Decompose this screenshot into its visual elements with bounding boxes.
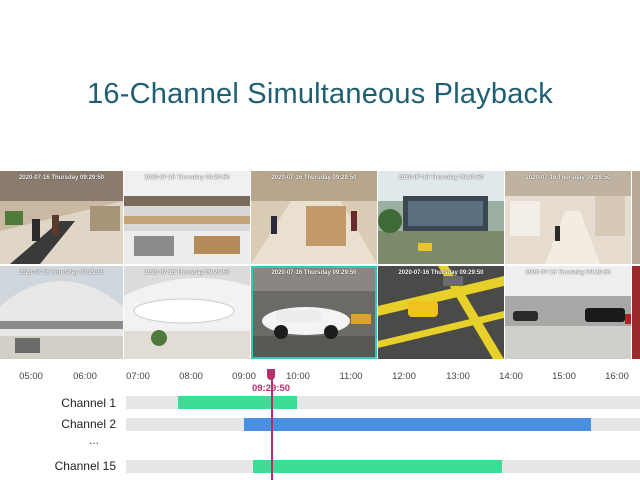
video-tile[interactable]: 2020-07-16 Thursday 09:29:50 (251, 171, 377, 264)
video-timestamp: 2020-07-16 Thursday 09:29:50 (144, 175, 230, 181)
time-tick: 09:00 (232, 371, 256, 382)
video-timestamp: 2020-07-16 Thursday 09:29:50 (271, 270, 357, 276)
video-timestamp: 2020-07-16 Thursday 09:29:50 (271, 175, 357, 181)
video-timestamp: 2020-07-16 Thursday 09:29:50 (398, 175, 484, 181)
playhead-handle[interactable] (267, 369, 275, 380)
video-tile[interactable] (632, 266, 640, 359)
time-tick: 05:00 (19, 371, 43, 382)
video-tile[interactable]: 2020-07-16 Thursday 09:29:50 (124, 266, 250, 359)
playhead-time: 09:29:50 (251, 383, 291, 394)
channel-label: Channel 1 (61, 396, 116, 410)
time-tick: 13:00 (446, 371, 470, 382)
video-timestamp: 2020-07-16 Thursday 09:29:50 (525, 175, 611, 181)
video-tile[interactable]: 2020-07-16 Thursday 09:29:50 (0, 266, 123, 359)
video-tile[interactable]: 2020-07-16 Thursday 09:29:50 (505, 266, 631, 359)
playback-timeline[interactable]: 05:00 06:00 07:00 08:00 09:00 10:00 11:0… (0, 360, 640, 480)
video-timestamp: 2020-07-16 Thursday 09:29:50 (18, 270, 105, 276)
video-tile[interactable]: 2020-07-16 Thursday 09:29:50 (378, 266, 504, 359)
recording-segment[interactable] (253, 460, 502, 473)
time-tick: 11:00 (339, 371, 363, 382)
time-tick: 07:00 (126, 371, 150, 382)
video-tile-selected[interactable]: 2020-07-16 Thursday 09:29:50 (251, 266, 377, 359)
channel-track[interactable] (126, 396, 640, 409)
time-tick: 12:00 (392, 371, 416, 382)
time-tick: 15:00 (552, 371, 576, 382)
video-tile[interactable]: 2020-07-16 Thursday 09:29:50 (124, 171, 250, 264)
video-timestamp: 2020-07-16 Thursday 09:29:50 (398, 270, 484, 276)
channel-track[interactable] (126, 418, 640, 431)
page-title: 16-Channel Simultaneous Playback (87, 78, 553, 110)
channel-label: Channel 15 (54, 459, 116, 473)
channel-track[interactable] (126, 460, 640, 473)
video-tile[interactable] (632, 171, 640, 264)
video-tile[interactable]: 2020-07-16 Thursday 09:29:50 (378, 171, 504, 264)
video-tile[interactable]: 2020-07-16 Thursday 09:29:50 (0, 171, 123, 264)
time-tick: 16:00 (605, 371, 629, 382)
video-tile[interactable]: 2020-07-16 Thursday 09:29:50 (505, 171, 631, 264)
time-tick: 06:00 (73, 371, 97, 382)
channel-label: Channel 2 (61, 417, 116, 431)
more-channels-ellipsis: ... (89, 433, 100, 447)
video-timestamp: 2020-07-16 Thursday 09:29:50 (525, 270, 611, 276)
time-tick: 08:00 (179, 371, 203, 382)
video-grid: 2020-07-16 Thursday 09:29:50 2020-07-16 … (0, 171, 640, 359)
video-timestamp: 2020-07-16 Thursday 09:29:50 (18, 175, 105, 181)
recording-segment[interactable] (177, 396, 298, 409)
time-tick: 14:00 (499, 371, 523, 382)
video-timestamp: 2020-07-16 Thursday 09:29:50 (144, 270, 230, 276)
time-tick: 10:00 (286, 371, 310, 382)
recording-segment[interactable] (244, 418, 591, 431)
